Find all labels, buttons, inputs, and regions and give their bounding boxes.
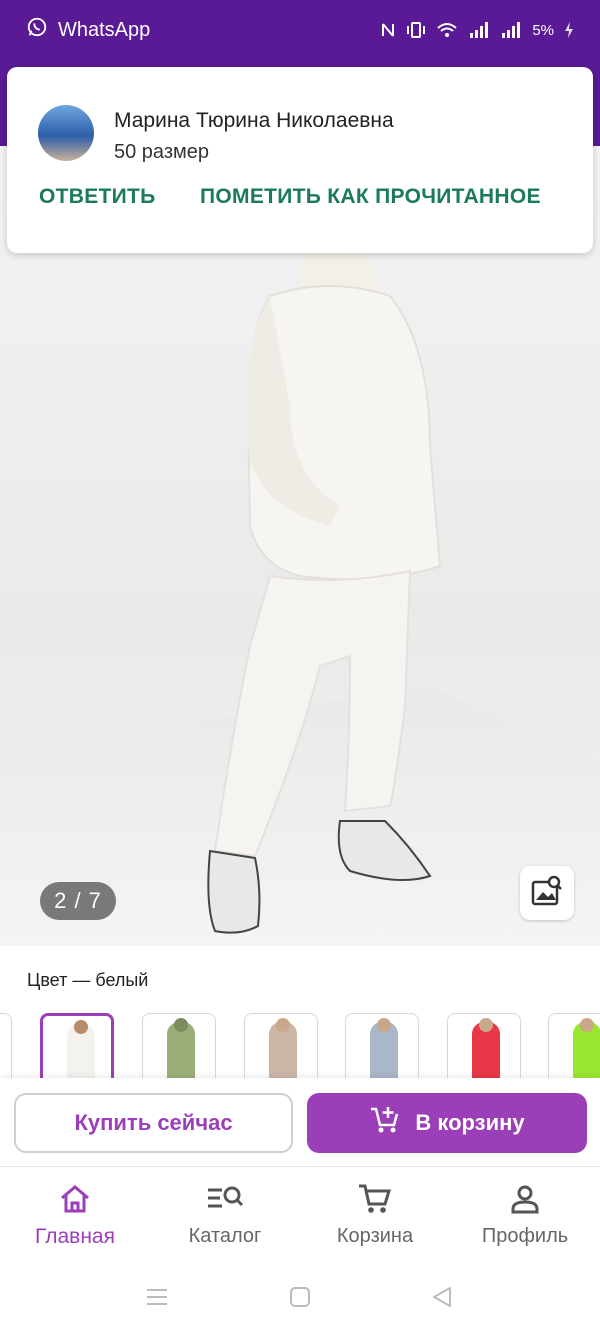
wifi-icon: [436, 21, 458, 39]
color-swatch-blue-grey[interactable]: [345, 1013, 419, 1083]
image-search-icon: [530, 874, 564, 913]
action-bar: Купить сейчас В корзину: [0, 1078, 600, 1166]
menu-icon[interactable]: [142, 1282, 172, 1312]
catalog-search-icon: [206, 1179, 244, 1219]
color-label: Цвет — белый: [27, 970, 149, 990]
color-swatch-red[interactable]: [447, 1013, 521, 1083]
color-swatch-lime[interactable]: [548, 1013, 600, 1083]
image-search-button[interactable]: [520, 866, 574, 920]
profile-icon: [509, 1179, 541, 1219]
color-swatch-olive[interactable]: [142, 1013, 216, 1083]
nav-item-home[interactable]: Главная: [0, 1167, 150, 1263]
nav-label-catalog: Каталог: [188, 1225, 262, 1247]
color-swatch-beige[interactable]: [244, 1013, 318, 1083]
bottom-nav: Главная Каталог Корзина Профиль: [0, 1166, 600, 1262]
charging-icon: [564, 21, 574, 39]
color-swatch-white[interactable]: [40, 1013, 114, 1083]
vibrate-icon: [406, 21, 426, 39]
status-app: WhatsApp: [26, 16, 150, 44]
home-square-icon[interactable]: [285, 1282, 315, 1312]
status-icons: 5%: [380, 21, 574, 39]
nfc-icon: [380, 21, 396, 39]
reply-button[interactable]: ОТВЕТИТЬ: [39, 185, 156, 209]
color-swatches: [0, 1013, 600, 1083]
battery-level: 5%: [532, 21, 554, 39]
color-swatch-partial[interactable]: [0, 1013, 12, 1083]
image-page-counter: 2 / 7: [40, 882, 116, 920]
nav-item-catalog[interactable]: Каталог: [150, 1167, 300, 1263]
system-nav: [0, 1262, 600, 1332]
nav-label-home: Главная: [35, 1225, 115, 1248]
product-image[interactable]: 2 / 7: [0, 146, 600, 946]
avatar: [38, 105, 94, 161]
nav-label-cart: Корзина: [336, 1225, 414, 1247]
add-to-cart-icon: [369, 1104, 401, 1142]
signal-icon: [468, 21, 490, 39]
whatsapp-icon: [26, 16, 48, 44]
home-icon: [58, 1179, 92, 1219]
signal-icon-2: [500, 21, 522, 39]
notification-message: 50 размер: [114, 141, 209, 163]
cart-icon: [357, 1179, 393, 1219]
status-app-name: WhatsApp: [58, 18, 151, 41]
nav-label-profile: Профиль: [481, 1225, 569, 1247]
back-triangle-icon[interactable]: [427, 1282, 457, 1312]
add-to-cart-label: В корзину: [415, 1110, 525, 1135]
product-photo: [207, 248, 442, 934]
nav-item-cart[interactable]: Корзина: [300, 1167, 450, 1263]
mark-as-read-button[interactable]: ПОМЕТИТЬ КАК ПРОЧИТАННОЕ: [200, 185, 541, 209]
notification-sender: Марина Тюрина Николаевна: [114, 109, 394, 132]
notification-card[interactable]: Марина Тюрина Николаевна 50 размер ОТВЕТ…: [7, 67, 593, 253]
nav-item-profile[interactable]: Профиль: [450, 1167, 600, 1263]
add-to-cart-button[interactable]: В корзину: [307, 1093, 587, 1153]
buy-now-button[interactable]: Купить сейчас: [14, 1093, 293, 1153]
